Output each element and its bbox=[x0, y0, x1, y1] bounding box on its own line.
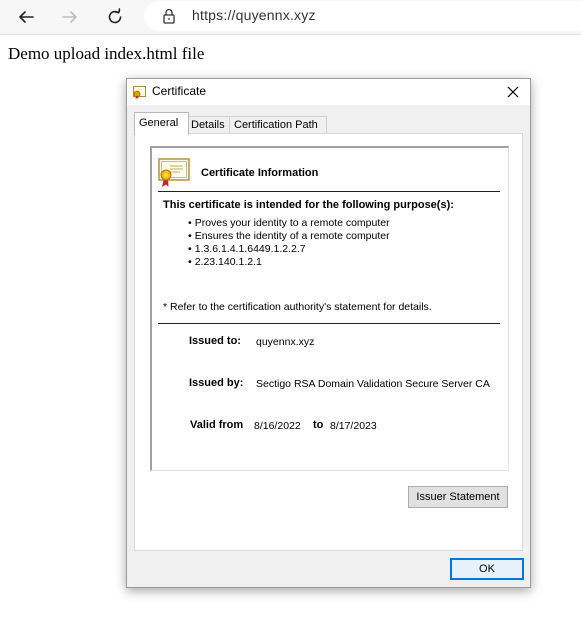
issued-by-value: Sectigo RSA Domain Validation Secure Ser… bbox=[256, 378, 490, 390]
valid-to-label: to bbox=[313, 419, 324, 431]
issued-by-label: Issued by: bbox=[189, 377, 244, 389]
purpose-heading: This certificate is intended for the fol… bbox=[163, 199, 454, 211]
page-heading: Demo upload index.html file bbox=[8, 44, 205, 63]
back-arrow-icon bbox=[19, 11, 34, 23]
certificate-info-box: Certificate Information This certificate… bbox=[150, 146, 509, 471]
tab-details[interactable]: Details bbox=[186, 116, 232, 134]
divider bbox=[158, 323, 500, 324]
forward-arrow-icon bbox=[62, 11, 77, 23]
certificate-dialog: Certificate General Details Certificatio… bbox=[126, 78, 531, 588]
lock-icon[interactable] bbox=[162, 8, 176, 24]
forward-button[interactable] bbox=[58, 5, 82, 29]
valid-from-label: Valid from bbox=[190, 419, 244, 431]
close-icon bbox=[507, 86, 519, 98]
back-button[interactable] bbox=[14, 5, 38, 29]
ok-button[interactable]: OK bbox=[450, 558, 524, 580]
close-button[interactable] bbox=[496, 79, 530, 105]
valid-from-value: 8/16/2022 bbox=[254, 420, 301, 432]
refresh-icon bbox=[108, 8, 122, 24]
footnote: * Refer to the certification authority's… bbox=[163, 301, 432, 313]
certificate-icon bbox=[133, 86, 146, 99]
tab-certification-path[interactable]: Certification Path bbox=[229, 116, 327, 134]
address-bar[interactable]: https://quyennx.xyz bbox=[144, 1, 581, 31]
issued-to-value: quyennx.xyz bbox=[256, 336, 315, 348]
dialog-titlebar[interactable]: Certificate bbox=[127, 79, 530, 105]
list-item: 2.23.140.1.2.1 bbox=[188, 256, 390, 269]
dialog-title: Certificate bbox=[152, 84, 207, 98]
list-item: Ensures the identity of a remote compute… bbox=[188, 230, 390, 243]
purpose-list: Proves your identity to a remote compute… bbox=[188, 217, 390, 269]
valid-to-value: 8/17/2023 bbox=[330, 420, 377, 432]
refresh-button[interactable] bbox=[103, 5, 127, 29]
tab-general[interactable]: General bbox=[134, 112, 189, 135]
divider bbox=[158, 191, 500, 192]
url-text[interactable]: https://quyennx.xyz bbox=[192, 7, 316, 23]
list-item: 1.3.6.1.4.1.6449.1.2.2.7 bbox=[188, 243, 390, 256]
issuer-statement-button[interactable]: Issuer Statement bbox=[408, 486, 508, 508]
general-tab-panel: Certificate Information This certificate… bbox=[134, 133, 523, 551]
list-item: Proves your identity to a remote compute… bbox=[188, 217, 390, 230]
certificate-icon bbox=[158, 158, 190, 187]
browser-toolbar: https://quyennx.xyz bbox=[0, 0, 581, 35]
certificate-info-title: Certificate Information bbox=[201, 167, 319, 179]
issued-to-label: Issued to: bbox=[189, 335, 241, 347]
